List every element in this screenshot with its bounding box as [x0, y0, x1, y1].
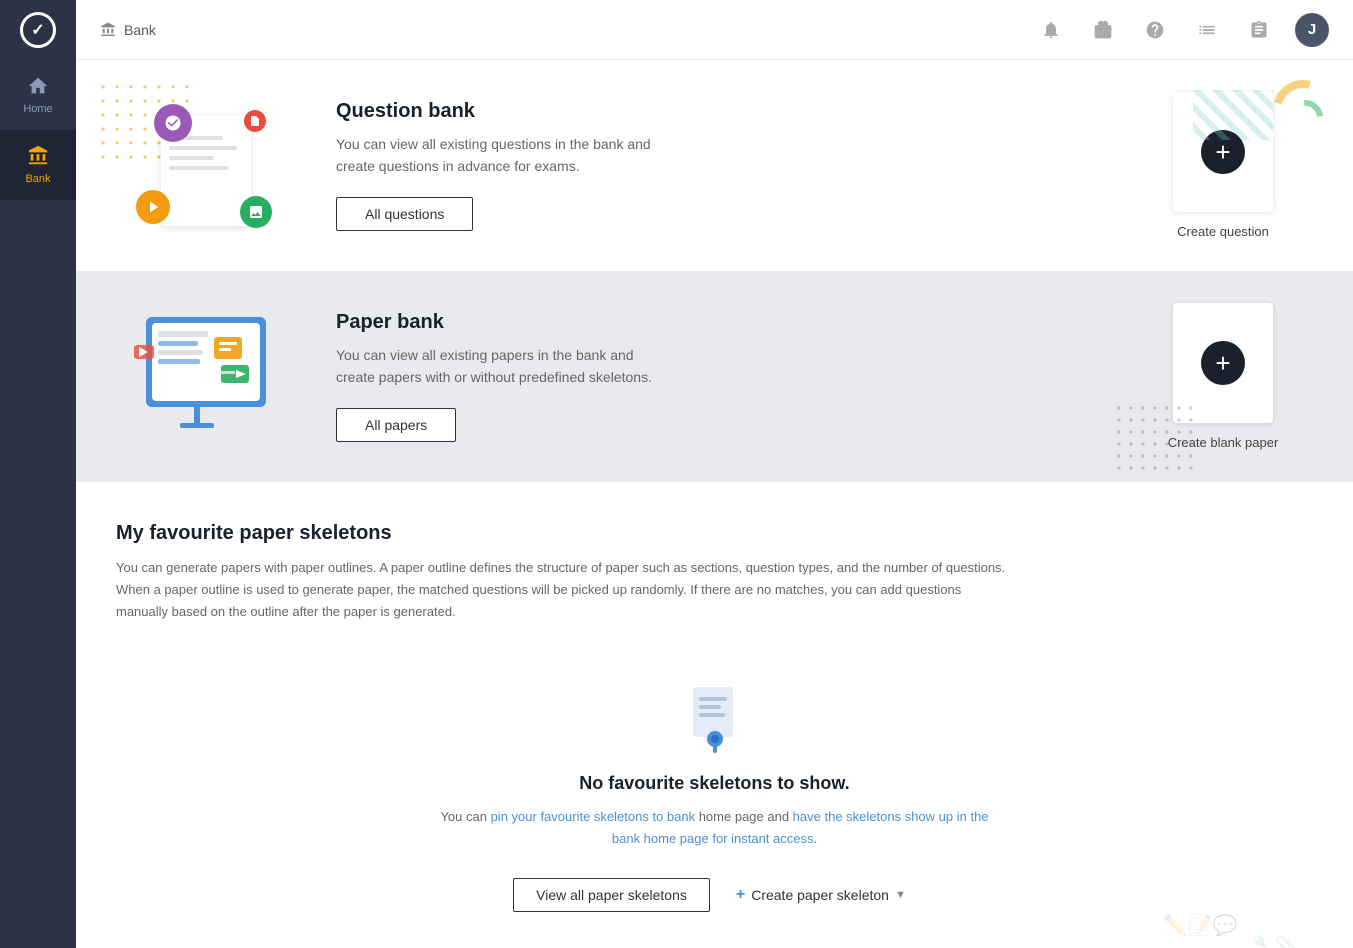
main-content: Bank [76, 0, 1353, 948]
plus-icon: + [736, 886, 745, 904]
skeletons-title: My favourite paper skeletons [116, 522, 1313, 545]
plus-circle-paper-icon: + [1201, 341, 1245, 385]
list-icon [1197, 20, 1217, 40]
paper-bank-illustration [116, 307, 296, 447]
paper-bank-section: Paper bank You can view all existing pap… [76, 271, 1353, 482]
bell-icon [1041, 20, 1061, 40]
orange-circle-icon [136, 190, 170, 224]
bell-icon-btn[interactable] [1035, 14, 1067, 46]
dropdown-arrow: ▼ [895, 889, 906, 901]
question-bank-description: You can view all existing questions in t… [336, 133, 656, 178]
purple-circle-icon [154, 104, 192, 142]
empty-state: No favourite skeletons to show. You can … [116, 663, 1313, 948]
clipboard-icon-btn[interactable] [1243, 14, 1275, 46]
logo-icon [20, 12, 56, 48]
topbar-actions: J [1035, 13, 1329, 47]
svg-text:✏️📝💬: ✏️📝💬 [1163, 913, 1238, 937]
create-skeleton-button[interactable]: + Create paper skeleton ▼ [726, 878, 916, 912]
empty-skeleton-icon [685, 683, 745, 753]
create-question-label: Create question [1177, 224, 1269, 239]
all-papers-button[interactable]: All papers [336, 408, 456, 442]
sidebar: Home Bank [0, 0, 76, 948]
paper-bank-description: You can view all existing papers in the … [336, 344, 656, 389]
question-bank-text: Question bank You can view all existing … [296, 100, 1153, 232]
green-circle-icon [240, 196, 272, 228]
empty-description: You can pin your favourite skeletons to … [435, 806, 995, 850]
stripe-deco [1193, 90, 1273, 140]
red-badge-icon [244, 110, 266, 132]
briefcase-icon [1093, 20, 1113, 40]
help-icon-btn[interactable] [1139, 14, 1171, 46]
skeletons-section: My favourite paper skeletons You can gen… [76, 482, 1353, 948]
skeletons-description: You can generate papers with paper outli… [116, 557, 1016, 623]
content-area: Question bank You can view all existing … [76, 60, 1353, 948]
svg-text:🔧📎: 🔧📎 [1253, 935, 1298, 948]
logo [0, 0, 76, 60]
sidebar-home-label: Home [23, 103, 52, 115]
question-bank-section: Question bank You can view all existing … [76, 60, 1353, 271]
paper-bank-text: Paper bank You can view all existing pap… [296, 311, 1153, 443]
bank-breadcrumb-icon [100, 22, 116, 38]
purple-dots [1113, 402, 1193, 472]
paper-bank-title: Paper bank [336, 311, 1113, 334]
home-icon [27, 75, 49, 97]
question-bank-title: Question bank [336, 100, 1113, 123]
sidebar-item-home[interactable]: Home [0, 60, 76, 130]
question-bank-illustration [116, 96, 296, 236]
bank-icon [27, 145, 49, 167]
list-icon-btn[interactable] [1191, 14, 1223, 46]
clipboard-icon [1249, 20, 1269, 40]
help-icon [1145, 20, 1165, 40]
monitor-svg [126, 307, 286, 447]
bottom-right-deco: ✏️📝💬 ♥ ✦ ◆ 🔧📎 [1153, 892, 1353, 948]
breadcrumb: Bank [100, 22, 156, 38]
deco-svg: ✏️📝💬 ♥ ✦ ◆ 🔧📎 [1153, 892, 1353, 948]
briefcase-icon-btn[interactable] [1087, 14, 1119, 46]
breadcrumb-label: Bank [124, 22, 156, 38]
skeleton-actions: View all paper skeletons + Create paper … [513, 878, 916, 912]
view-all-skeletons-button[interactable]: View all paper skeletons [513, 878, 710, 912]
sidebar-bank-label: Bank [25, 173, 50, 185]
empty-title: No favourite skeletons to show. [579, 773, 849, 794]
topbar: Bank [76, 0, 1353, 60]
all-questions-button[interactable]: All questions [336, 197, 473, 231]
avatar[interactable]: J [1295, 13, 1329, 47]
empty-icon-svg [685, 683, 745, 753]
pin-link[interactable]: pin your favourite skeletons to bank [491, 809, 696, 824]
sidebar-item-bank[interactable]: Bank [0, 130, 76, 200]
create-skeleton-label: Create paper skeleton [751, 887, 889, 903]
